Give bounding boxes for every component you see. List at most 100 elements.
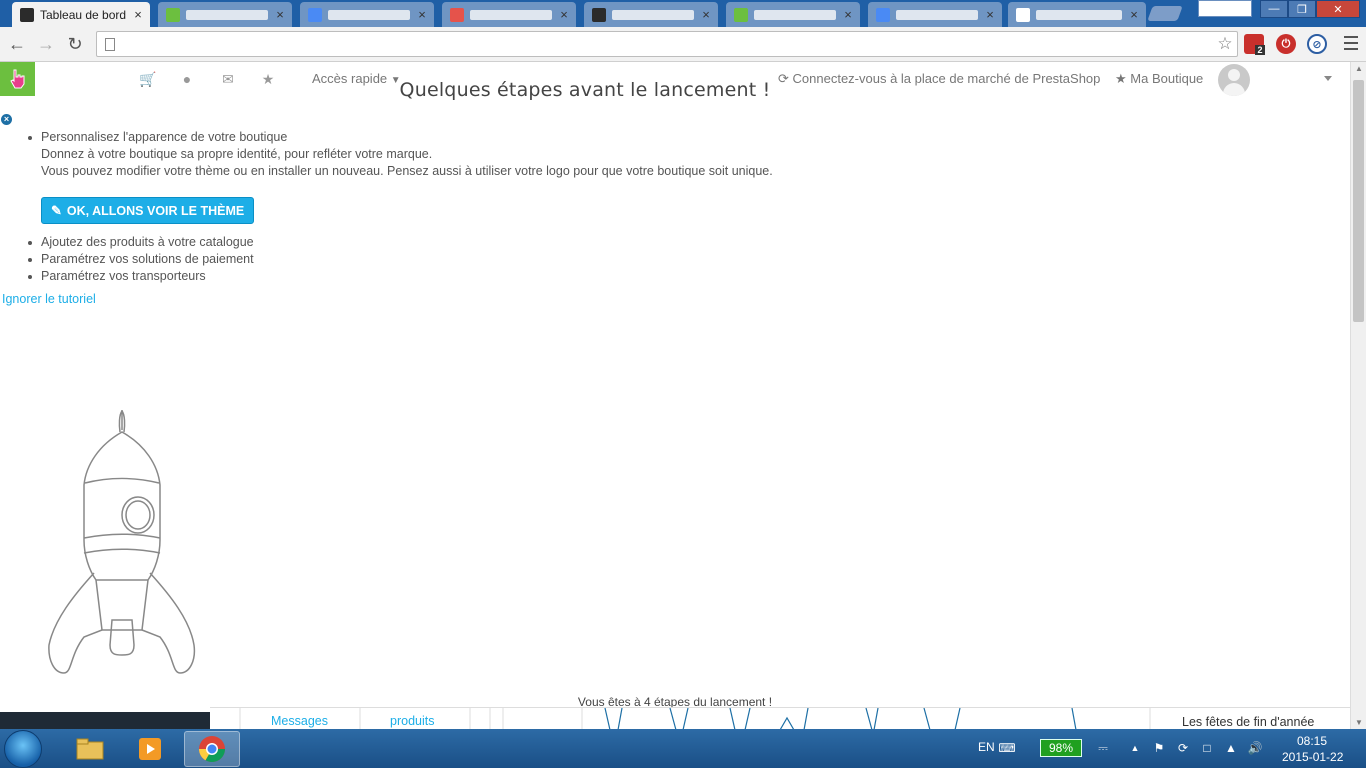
step-title: Paramétrez vos solutions de paiement [41, 252, 254, 266]
sync-icon[interactable]: ⟳ [1176, 741, 1190, 755]
onboarding-title: Quelques étapes avant le lancement ! [399, 79, 771, 101]
forward-arrow-icon[interactable]: → [35, 33, 57, 55]
step-item-theme: Personnalisez l'apparence de votre bouti… [28, 129, 773, 234]
dashboard-messages-label[interactable]: Messages [271, 714, 328, 728]
chrome-icon [198, 736, 226, 763]
show-hidden-icons[interactable]: ▲ [1128, 741, 1142, 755]
reload-icon[interactable]: ↻ [64, 33, 86, 55]
employee-avatar[interactable] [1218, 64, 1250, 96]
device-icon[interactable]: □ [1200, 741, 1214, 755]
minimize-icon[interactable]: — [1260, 0, 1288, 18]
tab-favicon-icon [450, 7, 464, 22]
dashboard-news-title: Les fêtes de fin d'année [1182, 715, 1315, 729]
step-item-payment: Paramétrez vos solutions de paiement [28, 251, 773, 268]
tab-favicon-icon [592, 7, 606, 22]
browser-tab[interactable]: × [1008, 2, 1146, 27]
taskbar-media-player[interactable] [122, 731, 178, 767]
keyboard-icon[interactable]: ⌨ [998, 741, 1015, 755]
admin-sidebar-edge [0, 712, 210, 729]
page-icon [105, 37, 115, 51]
onboarding-steps: Personnalisez l'apparence de votre bouti… [28, 129, 773, 285]
browser-profile-box[interactable] [1198, 0, 1252, 17]
browser-tab-active[interactable]: Tableau de bord × [12, 2, 150, 27]
restore-icon[interactable]: ❐ [1288, 0, 1316, 18]
block-extension-icon[interactable]: ⊘ [1307, 34, 1327, 54]
rocket-illustration [48, 410, 196, 674]
browser-tab[interactable]: × [584, 2, 718, 27]
google-favicon-icon [308, 7, 322, 22]
tab-title: Tableau de bord [40, 7, 127, 22]
browser-tab[interactable]: × [868, 2, 1002, 27]
back-arrow-icon[interactable]: ← [6, 33, 28, 55]
dashboard-products-label[interactable]: produits [390, 714, 434, 728]
close-onboarding-icon[interactable]: × [1, 114, 12, 125]
url-input[interactable] [125, 36, 1213, 52]
tab-title-redacted [1036, 9, 1122, 20]
browser-toolbar: ← → ↻ ☆ 2 ⏻ ⊘ [0, 27, 1366, 62]
tab-title-redacted [186, 9, 268, 20]
clock-time[interactable]: 08:15 [1297, 734, 1327, 748]
tab-favicon-icon [734, 7, 748, 22]
tab-title-redacted [328, 9, 410, 20]
media-player-icon [139, 738, 161, 760]
taskbar-chrome[interactable] [184, 731, 240, 767]
dashboard-chart-fragment [239, 707, 1151, 731]
tab-favicon-icon [1016, 7, 1030, 22]
folder-icon [76, 738, 104, 760]
profile-dropdown-icon[interactable] [1324, 76, 1332, 81]
taskbar-explorer[interactable] [62, 731, 118, 767]
window-controls: — ❐ ✕ [1260, 0, 1360, 18]
tab-title-redacted [470, 9, 552, 20]
view-theme-label: OK, ALLONS VOIR LE THÈME [66, 203, 245, 218]
tab-title-redacted [612, 9, 694, 20]
google-favicon-icon [876, 7, 890, 22]
volume-icon[interactable]: 🔊 [1248, 741, 1263, 755]
tab-close-icon[interactable]: × [700, 7, 712, 22]
language-indicator[interactable]: EN [978, 740, 995, 754]
battery-indicator[interactable]: 98% [1040, 739, 1082, 757]
power-plug-icon[interactable]: ⎓ [1096, 741, 1110, 755]
browser-tab[interactable]: × [158, 2, 292, 27]
tab-close-icon[interactable]: × [1128, 7, 1140, 22]
step-title: Paramétrez vos transporteurs [41, 269, 206, 283]
step-description: Vous pouvez modifier votre thème ou en i… [41, 164, 773, 178]
prestashop-favicon-icon [20, 7, 34, 22]
scrollbar-thumb[interactable] [1353, 80, 1364, 322]
browser-menu-icon[interactable] [1344, 36, 1358, 50]
step-title: Ajoutez des produits à votre catalogue [41, 235, 254, 249]
signal-icon[interactable]: ▲ [1224, 741, 1238, 755]
browser-tab-strip: Tableau de bord × × × × × × × × — ❐ ✕ [0, 0, 1366, 27]
browser-tab[interactable]: × [726, 2, 860, 27]
windows-taskbar: EN ⌨ 98% ⎓ ▲ ⚑ ⟳ □ ▲ 🔊 08:15 2015-01-22 [0, 729, 1366, 768]
tab-close-icon[interactable]: × [984, 7, 996, 22]
view-theme-button[interactable]: ✎ OK, ALLONS VOIR LE THÈME [41, 197, 255, 224]
clock-date[interactable]: 2015-01-22 [1282, 750, 1343, 764]
action-center-flag-icon[interactable]: ⚑ [1152, 741, 1166, 755]
tab-close-icon[interactable]: × [416, 7, 428, 22]
scroll-up-icon[interactable]: ▲ [1355, 64, 1363, 73]
step-item-carriers: Paramétrez vos transporteurs [28, 268, 773, 285]
tab-close-icon[interactable]: × [132, 7, 144, 22]
tab-close-icon[interactable]: × [558, 7, 570, 22]
vertical-scrollbar[interactable]: ▲ ▼ [1350, 62, 1366, 729]
step-item-products: Ajoutez des produits à votre catalogue [28, 234, 773, 251]
scroll-down-icon[interactable]: ▼ [1355, 718, 1363, 727]
step-title: Personnalisez l'apparence de votre bouti… [41, 130, 288, 144]
bookmark-star-icon[interactable]: ☆ [1213, 34, 1237, 54]
tab-close-icon[interactable]: × [842, 7, 854, 22]
browser-tab[interactable]: × [300, 2, 434, 27]
extension-icon[interactable]: 2 [1244, 34, 1265, 55]
tab-favicon-icon [166, 7, 180, 22]
browser-tab[interactable]: × [442, 2, 576, 27]
tab-title-redacted [896, 9, 978, 20]
extension-badge: 2 [1255, 45, 1265, 55]
dashboard-peek [210, 707, 1350, 731]
start-button[interactable] [4, 730, 42, 768]
battery-level: 98% [1048, 741, 1074, 755]
address-bar[interactable]: ☆ [96, 31, 1238, 57]
skip-tutorial-link[interactable]: Ignorer le tutoriel [2, 292, 96, 306]
window-close-icon[interactable]: ✕ [1316, 0, 1360, 18]
tab-close-icon[interactable]: × [274, 7, 286, 22]
new-tab-button[interactable] [1147, 6, 1183, 21]
power-extension-icon[interactable]: ⏻ [1276, 34, 1296, 54]
